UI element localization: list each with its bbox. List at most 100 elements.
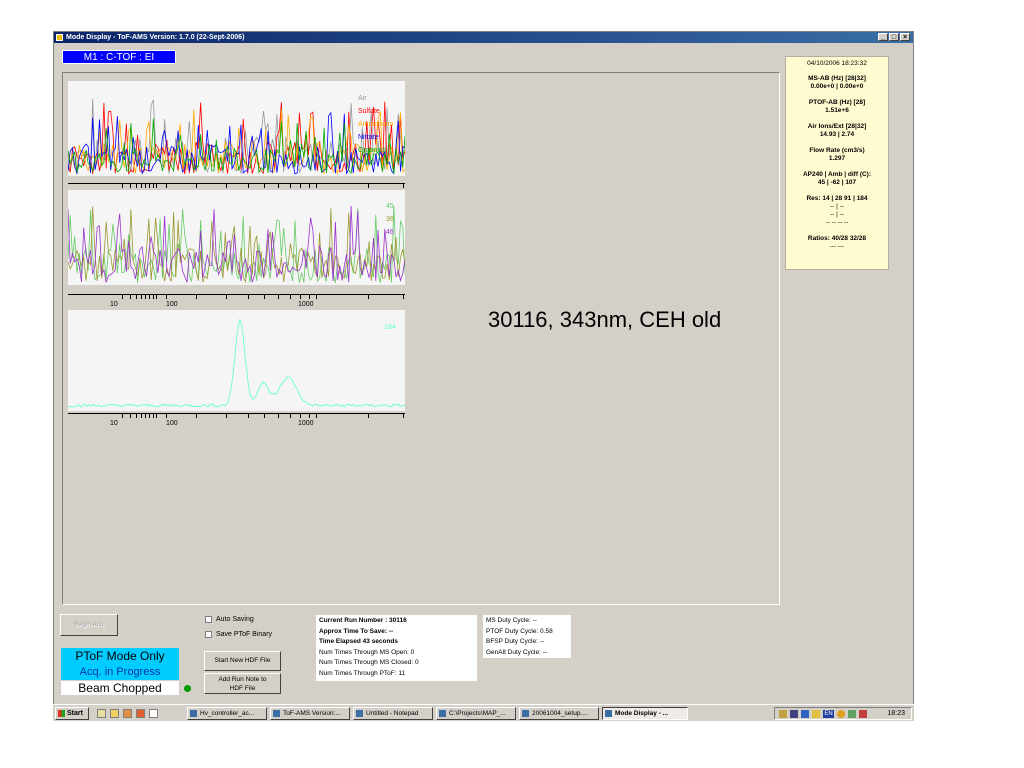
axis-tick [248, 295, 249, 299]
axis-tick [290, 184, 291, 188]
ratios-label: Ratios: 40/28 32/28 [807, 235, 867, 242]
axis-tick [141, 184, 142, 188]
axis-tick [248, 414, 249, 418]
acquisition-mode-indicator: PToF Mode Only Acq. in Progress [61, 648, 179, 680]
bottom-axis-ticks: 10 100 1000 [68, 413, 405, 427]
resolution-readout: Res: 14 | 28 91 | 184 -- | -- -- | -- --… [786, 195, 888, 227]
ms-closed-count: Num Times Through MS Closed: 0 [319, 659, 419, 666]
axis-tick [403, 295, 404, 299]
task-tof-ams[interactable]: ToF-AMS Version:... [270, 707, 350, 720]
begin-acq-button[interactable]: Begin Acq [60, 614, 118, 636]
size-plot: 184 [68, 310, 405, 411]
start-new-hdf-button[interactable]: Start New HDF File [204, 651, 281, 671]
mass-trace-0 [68, 205, 405, 284]
legend-46: 46 [386, 229, 394, 236]
app-icon [56, 34, 63, 41]
add-run-note-button[interactable]: Add Run Note to HDF File [204, 673, 281, 694]
folder-icon[interactable] [110, 709, 119, 718]
save-ptof-binary-box[interactable] [205, 631, 212, 638]
ptof-ab-readout: PTOF-AB (Hz) [28] 1.51e+6 [786, 99, 888, 115]
axis-tick [149, 295, 150, 299]
axis-tick [278, 184, 279, 188]
maximize-button[interactable]: □ [889, 33, 899, 41]
axis-tick [226, 295, 227, 299]
task-label: Untitled - Notepad [366, 710, 419, 717]
axis-tick [153, 295, 154, 299]
volume-icon[interactable] [779, 710, 787, 718]
shield-icon[interactable] [801, 710, 809, 718]
axis-tick [141, 414, 142, 418]
ap240-readout: AP240 | Amb | diff (C): 45 | -62 | 107 [786, 171, 888, 187]
axis-tick [368, 184, 369, 188]
axis-tick [264, 295, 265, 299]
add-run-note-label-1: Add Run Note to [218, 676, 267, 683]
title-bar[interactable]: Mode Display - ToF-AMS Version: 1.7.0 (2… [54, 32, 913, 43]
task-mode-display[interactable]: Mode Display - ... [602, 707, 688, 720]
window-title: Mode Display - ToF-AMS Version: 1.7.0 (2… [66, 34, 245, 41]
ms-duty-cycle: MS Duty Cycle: -- [486, 617, 537, 624]
legend-organics: Organics [358, 147, 387, 154]
species-plot: Air Sulfate Ammonium Nitrate Organics [68, 81, 405, 176]
ms-open-count: Num Times Through MS Open: 0 [319, 648, 415, 656]
add-run-note-label-2: HDF File [229, 685, 256, 692]
close-button[interactable]: × [900, 33, 910, 41]
tick-label-10: 10 [110, 301, 118, 308]
ptof-ab-value: 1.51e+6 [825, 107, 849, 114]
security-icon[interactable] [812, 710, 820, 718]
axis-tick [290, 414, 291, 418]
axis-tick [309, 184, 310, 188]
axis-tick [166, 414, 167, 418]
axis-tick [309, 295, 310, 299]
task-setup-document[interactable]: 20061004_setup.... [519, 707, 599, 720]
save-ptof-binary-checkbox[interactable]: Save PToF Binary [205, 631, 272, 638]
legend-sulfate: Sulfate [358, 108, 380, 115]
search-icon[interactable] [97, 709, 106, 718]
legend-45: 45 [386, 203, 394, 210]
ms-ab-value: 0.00e+0 | 0.00e+0 [810, 83, 864, 90]
axis-tick [264, 414, 265, 418]
size-trace-184 [68, 318, 405, 408]
resolution-line-3: -- | -- [830, 211, 844, 218]
axis-tick [403, 414, 404, 418]
messenger-icon[interactable] [837, 710, 845, 718]
start-button[interactable]: Start [55, 707, 89, 720]
app-launcher-icon[interactable] [136, 709, 145, 718]
tick-label-100: 100 [166, 420, 178, 427]
legend-air: Air [358, 95, 367, 102]
network-icon[interactable] [790, 710, 798, 718]
axis-tick [145, 414, 146, 418]
save-ptof-binary-label: Save PToF Binary [216, 631, 273, 638]
bfsp-duty-cycle: BFSP Duty Cycle: -- [486, 638, 545, 645]
auto-saving-box[interactable] [205, 616, 212, 623]
axis-tick [226, 414, 227, 418]
update-icon[interactable] [848, 710, 856, 718]
legend-184: 184 [384, 324, 396, 331]
task-icon [190, 710, 197, 717]
status-datetime: 04/10/2006 18:23:32 [807, 60, 867, 67]
axis-tick [290, 295, 291, 299]
ptof-count: Num Times Through PToF: 11 [319, 669, 406, 677]
axis-tick [130, 414, 131, 418]
show-desktop-icon[interactable] [149, 709, 158, 718]
axis-tick [316, 184, 317, 188]
tools-icon[interactable] [123, 709, 132, 718]
axis-tick [278, 295, 279, 299]
axis-tick [316, 414, 317, 418]
task-label: Mode Display - ... [615, 710, 669, 717]
auto-saving-checkbox[interactable]: Auto Saving [205, 616, 254, 623]
task-notepad[interactable]: Untitled - Notepad [353, 707, 433, 720]
legend-nitrate: Nitrate [358, 134, 379, 141]
axis-tick [153, 184, 154, 188]
task-projects-folder[interactable]: C:\Projects\MAP_... [436, 707, 516, 720]
axis-tick [122, 184, 123, 188]
antivirus-icon[interactable] [859, 710, 867, 718]
minimize-button[interactable]: _ [878, 33, 888, 41]
mode-label: M1 : C-TOF : EI [62, 50, 176, 64]
language-indicator[interactable]: EN [823, 710, 834, 718]
species-legend: Air Sulfate Ammonium Nitrate Organics [358, 92, 393, 157]
ratios-value: --- --- [829, 243, 845, 250]
axis-tick [264, 184, 265, 188]
task-hv-controller[interactable]: Hv_controller_ac... [187, 707, 267, 720]
ap240-label: AP240 | Amb | diff (C): [802, 171, 872, 178]
axis-tick [316, 295, 317, 299]
